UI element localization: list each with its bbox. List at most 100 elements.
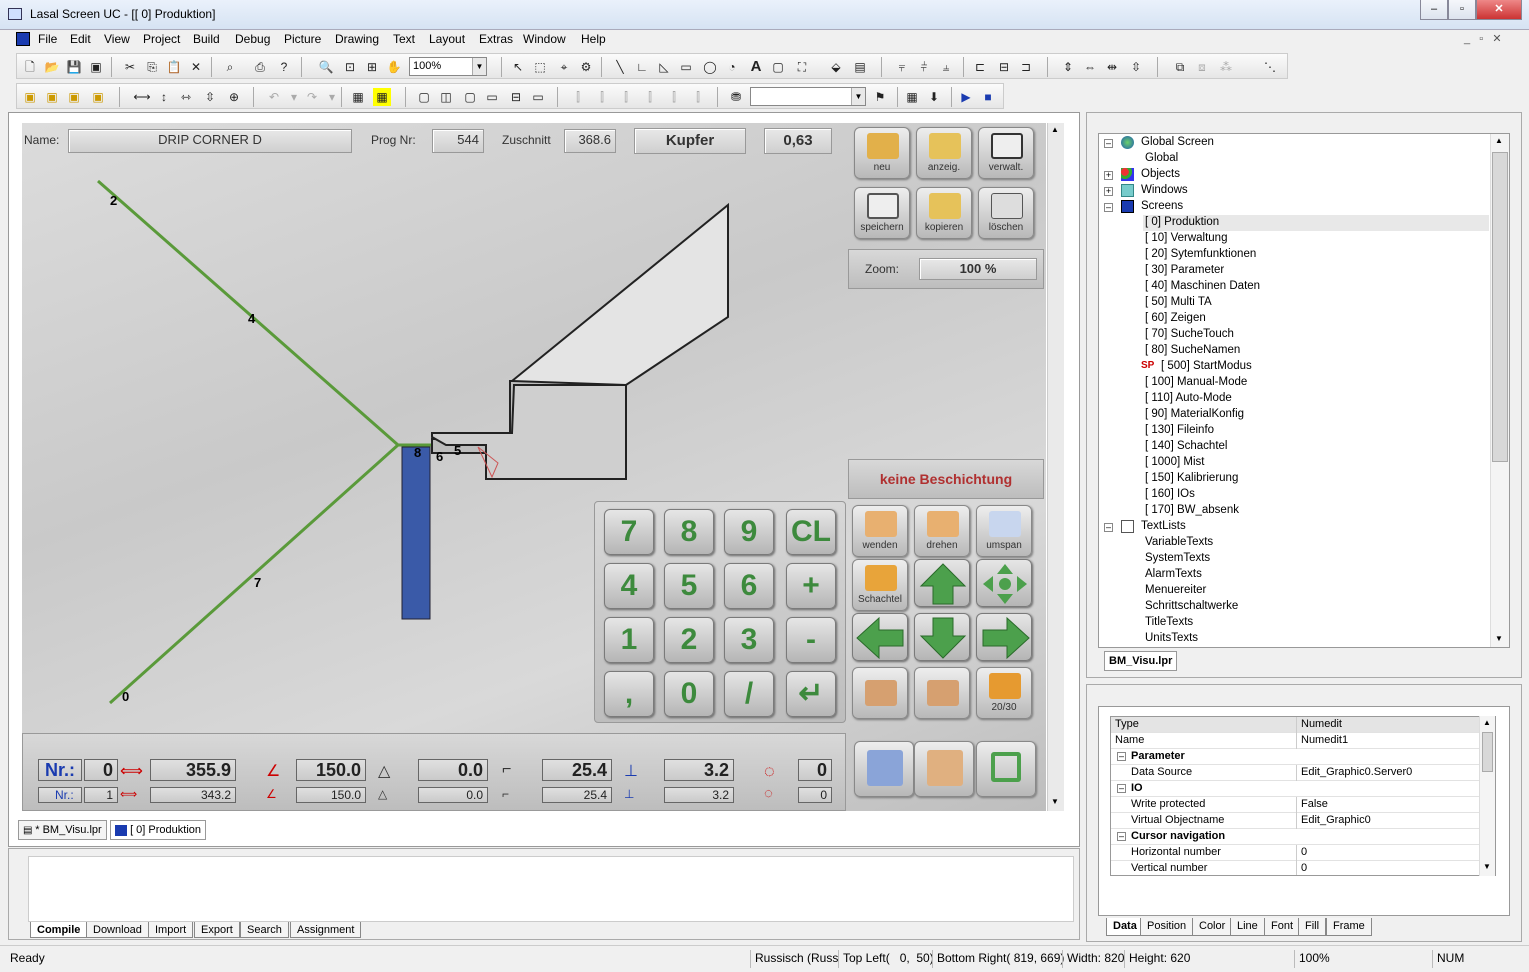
properties-icon[interactable]: ⚙ [577,58,595,76]
pointer-icon[interactable]: ↖ [509,58,527,76]
triangle-icon[interactable]: ◺ [655,58,673,76]
stretch-h-icon[interactable]: ⇿ [177,88,195,106]
tab-project[interactable]: ▤ * BM_Visu.lpr [18,820,107,840]
minimize-button[interactable]: – [1420,0,1448,20]
key-minus[interactable]: - [786,617,836,663]
manual-button[interactable] [914,741,974,797]
collapse-icon[interactable]: – [1104,203,1113,212]
dist5-icon[interactable]: ⫿ [665,88,683,106]
new-button[interactable]: neu [854,127,910,179]
undo-icon[interactable]: ↶ [265,88,283,106]
menu-file[interactable]: File [38,32,57,46]
tree-screen-item[interactable]: [ 500] StartModus [1161,360,1252,372]
tree-screen-item[interactable]: [ 40] Maschinen Daten [1145,280,1260,292]
stretch-v-icon[interactable]: ⇳ [201,88,219,106]
frame3-icon[interactable]: ▢ [461,88,479,106]
hand-icon[interactable]: ✋ [385,58,403,76]
key-5[interactable]: 5 [664,563,714,609]
tab-data[interactable]: Data [1106,918,1144,936]
node-edit-icon[interactable]: ⌖ [555,58,573,76]
property-grid[interactable]: Type Numedit Name Numedit1– Parameter Data So… [1110,716,1496,876]
style-icon[interactable]: ⛃ [727,88,745,106]
key-clear[interactable]: CL [786,509,836,555]
scroll-down-icon[interactable]: ▼ [1483,862,1491,871]
v2-field-row1[interactable]: 3.2 [664,759,734,781]
tree-windows[interactable]: Windows [1141,184,1188,196]
style-combo[interactable]: ▼ [750,87,866,106]
arrow-up-button[interactable] [914,559,970,607]
align-middle-icon[interactable]: ⫩ [915,58,933,76]
angle2-field-row1[interactable]: 0.0 [418,759,488,781]
tab-assignment[interactable]: Assignment [290,922,362,938]
align-right-icon[interactable]: ⊐ [1017,58,1035,76]
property-row[interactable]: Write protected False [1111,797,1481,813]
angle-field-row2[interactable]: 150.0 [296,787,366,803]
tree-textlist-item[interactable]: Schrittschaltwerke [1145,600,1238,612]
property-row[interactable]: – IO [1111,781,1481,797]
v2-field-row2[interactable]: 3.2 [664,787,734,803]
tab-color[interactable]: Color [1192,918,1233,936]
angle2-field-row2[interactable]: 0.0 [418,787,488,803]
property-row[interactable]: Vertical number 0 [1111,861,1481,875]
expand-icon[interactable]: + [1104,187,1113,196]
download-icon[interactable]: ⬇ [925,88,943,106]
run-icon[interactable]: ▶ [957,88,975,106]
paste-icon[interactable]: 📋 [165,58,183,76]
property-row[interactable]: Name Numedit1 [1111,733,1481,749]
coating-button[interactable]: keine Beschichtung [848,459,1044,499]
frame5-icon[interactable]: ⊟ [507,88,525,106]
key-0[interactable]: 0 [664,671,714,717]
key-plus[interactable]: + [786,563,836,609]
tab-search[interactable]: Search [240,922,289,938]
chevron-down-icon[interactable]: ▼ [851,88,865,105]
tab-fill[interactable]: Fill [1298,918,1327,936]
property-row[interactable]: – Cursor navigation [1111,829,1481,845]
send-back-icon[interactable]: ▣ [43,88,61,106]
property-row[interactable]: Data Source Edit_Graphic0.Server0 [1111,765,1481,781]
tree-screen-item[interactable]: [ 20] Sytemfunktionen [1145,248,1256,260]
project-tree[interactable]: – Global Screen Global + Objects + Windo… [1098,133,1510,648]
snap-icon[interactable]: ▦ [373,88,391,106]
rectangle-icon[interactable]: ▭ [677,58,695,76]
tab-produktion[interactable]: [ 0] Produktion [110,820,206,840]
save-all-icon[interactable]: ▣ [87,58,105,76]
fill-icon[interactable]: ⬙ [827,58,845,76]
menu-extras[interactable]: Extras [479,32,513,46]
tree-screen-item[interactable]: [ 1000] Mist [1145,456,1204,468]
redo-icon[interactable]: ↷ [303,88,321,106]
frame4-icon[interactable]: ▭ [483,88,501,106]
dist6-icon[interactable]: ⫿ [689,88,707,106]
chevron-down-icon[interactable]: ▼ [472,58,486,75]
arrow-left-button[interactable] [852,613,908,661]
save-icon[interactable]: 💾 [65,58,83,76]
property-value[interactable]: Edit_Graphic0.Server0 [1301,765,1412,780]
v3-field-row1[interactable]: 0 [798,759,832,781]
property-value[interactable]: 0 [1301,861,1307,875]
tree-global[interactable]: Global [1145,152,1178,164]
mode-2030-button[interactable]: 20/30 [976,667,1032,719]
frame6-icon[interactable]: ▭ [529,88,547,106]
tree-screen-item[interactable]: [ 60] Zeigen [1145,312,1206,324]
line-icon[interactable]: ╲ [611,58,629,76]
align-left-icon[interactable]: ⊏ [971,58,989,76]
drehen-button[interactable]: drehen [914,505,970,557]
tree-textlist-item[interactable]: UnitsTexts [1145,632,1198,644]
tree-textlist-item[interactable]: TitleTexts [1145,616,1193,628]
scroll-thumb[interactable] [1492,152,1508,462]
arrow-down-button[interactable] [914,613,970,661]
tree-global-screen[interactable]: Global Screen [1141,136,1214,148]
material-button[interactable]: Kupfer [634,128,746,154]
scroll-up-icon[interactable]: ▲ [1495,136,1503,145]
key-9[interactable]: 9 [724,509,774,555]
tree-screens[interactable]: Screens [1141,200,1183,212]
compile-icon[interactable]: ▦ [903,88,921,106]
cut-icon[interactable]: ✂ [121,58,139,76]
space-v-icon[interactable]: ⇳ [1127,58,1145,76]
length-field-row1[interactable]: 355.9 [150,759,236,781]
canvas-scrollbar[interactable]: ▲ ▼ [1047,123,1064,811]
schachtel-button[interactable]: Schachtel [852,559,908,611]
key-1[interactable]: 1 [604,617,654,663]
tree-screen-item[interactable]: [ 140] Schachtel [1145,440,1227,452]
maximize-button[interactable]: ▫ [1448,0,1476,20]
tab-font[interactable]: Font [1264,918,1301,936]
